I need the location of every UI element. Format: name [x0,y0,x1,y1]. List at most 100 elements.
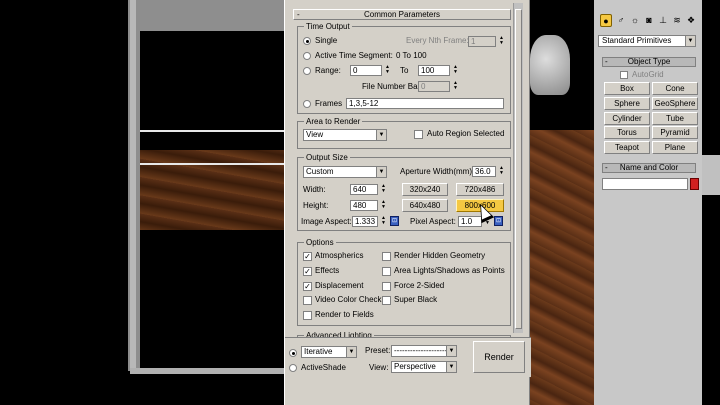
teapot-button[interactable]: Teapot [604,141,650,154]
single-radio[interactable] [303,37,311,45]
spacewarps-icon[interactable]: ≋ [671,14,683,27]
render-button[interactable]: Render [473,341,525,373]
image-aspect-lock-icon[interactable]: ⊡ [390,216,399,226]
range-from-field[interactable]: 0 [350,65,382,76]
plane-button[interactable]: Plane [652,141,698,154]
rollout-title: Common Parameters [363,10,441,19]
time-output-legend: Time Output [304,22,352,31]
super-black-checkbox[interactable] [382,296,391,305]
range-to-spinner[interactable]: ▲ ▼ [452,65,459,76]
auto-region-checkbox[interactable] [414,130,423,139]
dialog-scrollbar[interactable] [513,3,523,333]
category-dropdown[interactable]: Standard Primitives ▼ [598,35,696,47]
file-number-base-field[interactable]: 0 [418,81,450,92]
range-from-spinner[interactable]: ▲ ▼ [384,65,391,76]
torus-button[interactable]: Torus [604,126,650,139]
tube-button[interactable]: Tube [652,112,698,125]
panel-edge-gray [702,155,720,195]
range-radio[interactable] [303,67,311,75]
range-to-label: To [400,66,409,75]
wood-floor-small [130,150,290,230]
geometry-icon[interactable]: ● [600,14,612,27]
area-lights-checkbox[interactable] [382,267,391,276]
active-time-segment-radio[interactable] [303,52,311,60]
chevron-down-icon: ▼ [446,346,456,356]
displacement-checkbox[interactable]: ✓ [303,282,312,291]
aperture-width-label: Aperture Width(mm): [400,167,475,176]
iterative-radio[interactable] [289,349,297,357]
frames-field[interactable]: 1,3,5-12 [346,98,504,109]
frames-radio[interactable] [303,100,311,108]
dialog-scrollbar-thumb[interactable] [515,9,522,329]
every-nth-frame-field[interactable]: 1 [468,36,496,47]
image-aspect-spinner[interactable]: ▲ ▼ [380,216,387,227]
helpers-icon[interactable]: ⊥ [657,14,669,27]
preset-720x486-button[interactable]: 720x486 [456,183,504,196]
rollout-toggle[interactable]: - [297,10,300,19]
atmospherics-checkbox[interactable]: ✓ [303,252,312,261]
every-nth-frame-label: Every Nth Frame: [406,36,469,45]
render-to-fields-label: Render to Fields [315,310,374,319]
effects-label: Effects [315,266,340,275]
image-aspect-field[interactable]: 1.333 [352,216,378,227]
chevron-down-icon: ▼ [685,36,695,46]
aperture-width-spinner[interactable]: ▲ ▼ [498,166,505,177]
geosphere-button[interactable]: GeoSphere [652,97,698,110]
create-toolbar: ● ♂ ☼ ◙ ⊥ ≋ ❖ [598,14,718,30]
object-type-rollout[interactable]: - Object Type [602,57,696,67]
box-button[interactable]: Box [604,82,650,95]
lights-icon[interactable]: ☼ [629,14,641,27]
iterative-dropdown[interactable]: Iterative ▼ [301,346,357,358]
effects-checkbox[interactable]: ✓ [303,267,312,276]
file-number-base-spinner[interactable]: ▲ ▼ [452,81,459,92]
auto-region-label: Auto Region Selected [427,129,505,138]
view-dropdown[interactable]: Perspective ▼ [391,361,457,373]
width-field[interactable]: 640 [350,184,378,195]
every-nth-frame-spinner[interactable]: ▲ ▼ [498,36,505,47]
chevron-down-icon: ▼ [446,362,456,372]
cameras-icon[interactable]: ◙ [643,14,655,27]
range-to-field[interactable]: 100 [418,65,450,76]
output-size-group: Output Size Custom ▼ Aperture Width(mm):… [297,153,511,231]
render-hidden-checkbox[interactable] [382,252,391,261]
object-name-field[interactable] [602,178,688,190]
object-color-swatch[interactable] [690,178,699,190]
render-bottom-bar: Iterative ▼ ActiveShade Preset: --------… [285,337,531,377]
chevron-down-icon: ▼ [376,130,386,140]
render-hidden-label: Render Hidden Geometry [394,251,486,260]
frames-label: Frames [315,99,343,108]
preset-320x240-button[interactable]: 320x240 [402,183,448,196]
output-size-preset-value: Custom [306,167,334,176]
preset-dropdown[interactable]: -------------------- ▼ [391,345,457,357]
name-and-color-rollout[interactable]: - Name and Color [602,163,696,173]
pixel-aspect-label: Pixel Aspect: [410,217,456,226]
autogrid-checkbox[interactable] [620,71,628,79]
active-range-text: 0 To 100 [396,51,427,60]
video-color-check-checkbox[interactable] [303,296,312,305]
sphere-button[interactable]: Sphere [604,97,650,110]
activeshade-radio[interactable] [289,364,297,372]
force-2sided-checkbox[interactable] [382,282,391,291]
output-size-preset-dropdown[interactable]: Custom ▼ [303,166,387,178]
render-to-fields-checkbox[interactable] [303,311,312,320]
systems-icon[interactable]: ❖ [685,14,697,27]
height-spinner[interactable]: ▲ ▼ [380,200,387,211]
cone-button[interactable]: Cone [652,82,698,95]
chevron-down-icon: ▼ [376,167,386,177]
height-field[interactable]: 480 [350,200,378,211]
area-to-render-dropdown[interactable]: View ▼ [303,129,387,141]
command-panel: ● ♂ ☼ ◙ ⊥ ≋ ❖ Standard Primitives ▼ - Ob… [594,0,720,405]
rollout-toggle: - [605,57,608,66]
preset-640x480-button[interactable]: 640x480 [402,199,448,212]
cylinder-button[interactable]: Cylinder [604,112,650,125]
shapes-icon[interactable]: ♂ [615,14,627,27]
active-time-segment-label: Active Time Segment: [315,51,393,60]
pyramid-button[interactable]: Pyramid [652,126,698,139]
pixel-aspect-lock-icon[interactable]: ⊡ [494,216,503,226]
common-parameters-rollout[interactable]: - Common Parameters [293,9,511,20]
viewport-frame-top [128,0,284,31]
aperture-width-field[interactable]: 36.0 [472,166,496,177]
options-legend: Options [304,238,336,247]
width-spinner[interactable]: ▲ ▼ [380,184,387,195]
scene-object [530,35,570,95]
